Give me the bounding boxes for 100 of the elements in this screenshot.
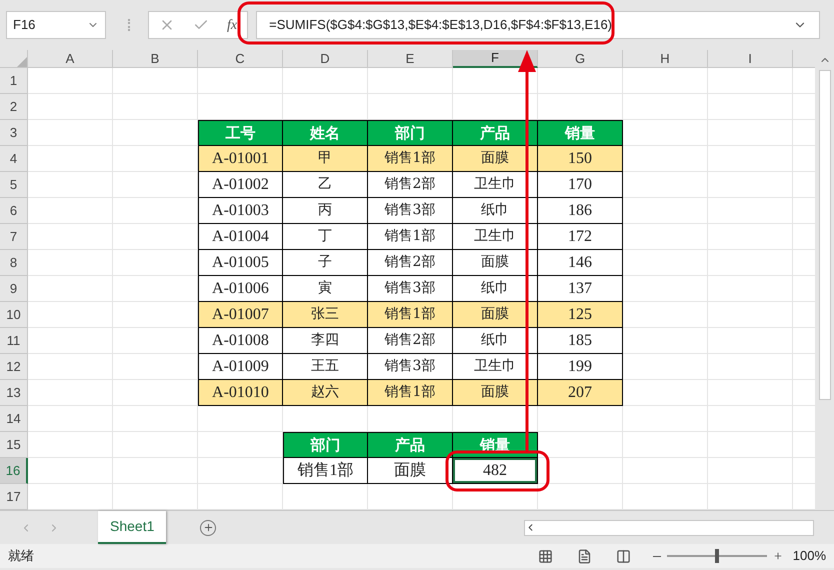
- table-header-cell: 销量: [538, 120, 623, 146]
- table-cell: A-01008: [198, 328, 283, 354]
- corner-triangle-icon: [17, 57, 27, 67]
- zoom-thumb[interactable]: [714, 549, 719, 563]
- page-layout-icon[interactable]: [576, 548, 592, 564]
- table-cell: 销售1部: [368, 380, 453, 406]
- row-header[interactable]: 12: [0, 354, 28, 380]
- table-cell: 纸巾: [453, 198, 538, 224]
- table-cell: 子: [283, 250, 368, 276]
- zoom-slider[interactable]: [664, 549, 769, 563]
- table-header-cell: 产品: [453, 120, 538, 146]
- table-header-cell: 工号: [198, 120, 283, 146]
- column-header[interactable]: D: [283, 50, 368, 68]
- table-cell: 172: [538, 224, 623, 250]
- table-cell: 甲: [283, 146, 368, 172]
- new-sheet-button[interactable]: [200, 520, 216, 536]
- table-cell: 207: [538, 380, 623, 406]
- zoom-in-icon[interactable]: [772, 551, 783, 561]
- table-cell: 赵六: [283, 380, 368, 406]
- column-header[interactable]: F: [453, 50, 538, 68]
- plus-icon: [202, 522, 214, 533]
- table-cell: A-01010: [198, 380, 283, 406]
- table-cell: 销售3部: [368, 198, 453, 224]
- table-cell: 146: [538, 250, 623, 276]
- table-cell: 137: [538, 276, 623, 302]
- column-header[interactable]: A: [28, 50, 113, 68]
- row-header[interactable]: 4: [0, 146, 28, 172]
- row-header[interactable]: 3: [0, 120, 28, 146]
- table-cell: 销售2部: [368, 250, 453, 276]
- table-cell: 卫生巾: [453, 172, 538, 198]
- row-header[interactable]: 13: [0, 380, 28, 406]
- scroll-thumb[interactable]: [818, 70, 830, 400]
- row-header[interactable]: 9: [0, 276, 28, 302]
- table-cell: 面膜: [453, 380, 538, 406]
- row-header[interactable]: 17: [0, 484, 28, 510]
- table-cell: 张三: [283, 302, 368, 328]
- table-cell: A-01007: [198, 302, 283, 328]
- horizontal-scrollbar[interactable]: [524, 520, 814, 536]
- column-header[interactable]: C: [198, 50, 283, 68]
- table-cell: 面膜: [453, 250, 538, 276]
- row-header[interactable]: 16: [0, 458, 28, 484]
- row-header[interactable]: 2: [0, 94, 28, 120]
- table-cell: 199: [538, 354, 623, 380]
- table-cell: 125: [538, 302, 623, 328]
- row-header[interactable]: 1: [0, 68, 28, 94]
- column-header[interactable]: B: [113, 50, 198, 68]
- table-cell: 卫生巾: [453, 224, 538, 250]
- table-header-cell: 部门: [283, 432, 368, 458]
- table-header-cell: 姓名: [283, 120, 368, 146]
- table-cell: 销售3部: [368, 354, 453, 380]
- table-cell: A-01006: [198, 276, 283, 302]
- table-cell: A-01004: [198, 224, 283, 250]
- table-cell: 乙: [283, 172, 368, 198]
- table-header-cell: 部门: [368, 120, 453, 146]
- column-header[interactable]: G: [538, 50, 623, 68]
- table-cell: 卫生巾: [453, 354, 538, 380]
- table-cell: 销售2部: [368, 328, 453, 354]
- row-header[interactable]: 11: [0, 328, 28, 354]
- insert-function-button[interactable]: fx: [227, 14, 238, 36]
- table-cell: 186: [538, 198, 623, 224]
- table-cell: 销售1部: [368, 302, 453, 328]
- table-cell: 纸巾: [453, 328, 538, 354]
- name-box[interactable]: F16: [6, 11, 106, 39]
- column-header[interactable]: H: [623, 50, 708, 68]
- column-header[interactable]: E: [368, 50, 453, 68]
- status-text: 就绪: [8, 547, 34, 566]
- table-cell: 李四: [283, 328, 368, 354]
- normal-view-icon[interactable]: [538, 548, 553, 564]
- table-cell: 丁: [283, 224, 368, 250]
- table-cell: 482: [453, 458, 538, 484]
- formula-field[interactable]: =SUMIFS($G$4:$G$13,$E$4:$E$13,D16,$F$4:$F$13,E16): [256, 11, 820, 39]
- row-header[interactable]: 15: [0, 432, 28, 458]
- row-header[interactable]: 8: [0, 250, 28, 276]
- row-header[interactable]: 10: [0, 302, 28, 328]
- table-cell: 170: [538, 172, 623, 198]
- row-header[interactable]: 5: [0, 172, 28, 198]
- table-cell: 丙: [283, 198, 368, 224]
- sheet-tab[interactable]: Sheet1: [98, 511, 166, 544]
- table-cell: A-01009: [198, 354, 283, 380]
- table-cell: A-01001: [198, 146, 283, 172]
- table-cell: A-01003: [198, 198, 283, 224]
- table-cell: 销售1部: [283, 458, 368, 484]
- row-header[interactable]: 6: [0, 198, 28, 224]
- table-cell: 寅: [283, 276, 368, 302]
- row-header[interactable]: 14: [0, 406, 28, 432]
- table-cell: 销售1部: [368, 224, 453, 250]
- column-header[interactable]: I: [708, 50, 793, 68]
- table-header-cell: 产品: [368, 432, 453, 458]
- table-cell: 150: [538, 146, 623, 172]
- table-cell: A-01005: [198, 250, 283, 276]
- worksheet-grid[interactable]: [28, 68, 815, 510]
- table-cell: 面膜: [453, 302, 538, 328]
- zoom-level[interactable]: 100%: [792, 546, 826, 566]
- table-cell: A-01002: [198, 172, 283, 198]
- table-cell: 面膜: [368, 458, 453, 484]
- page-break-icon[interactable]: [616, 548, 631, 564]
- row-header[interactable]: 7: [0, 224, 28, 250]
- table-cell: 王五: [283, 354, 368, 380]
- table-cell: 185: [538, 328, 623, 354]
- table-cell: 纸巾: [453, 276, 538, 302]
